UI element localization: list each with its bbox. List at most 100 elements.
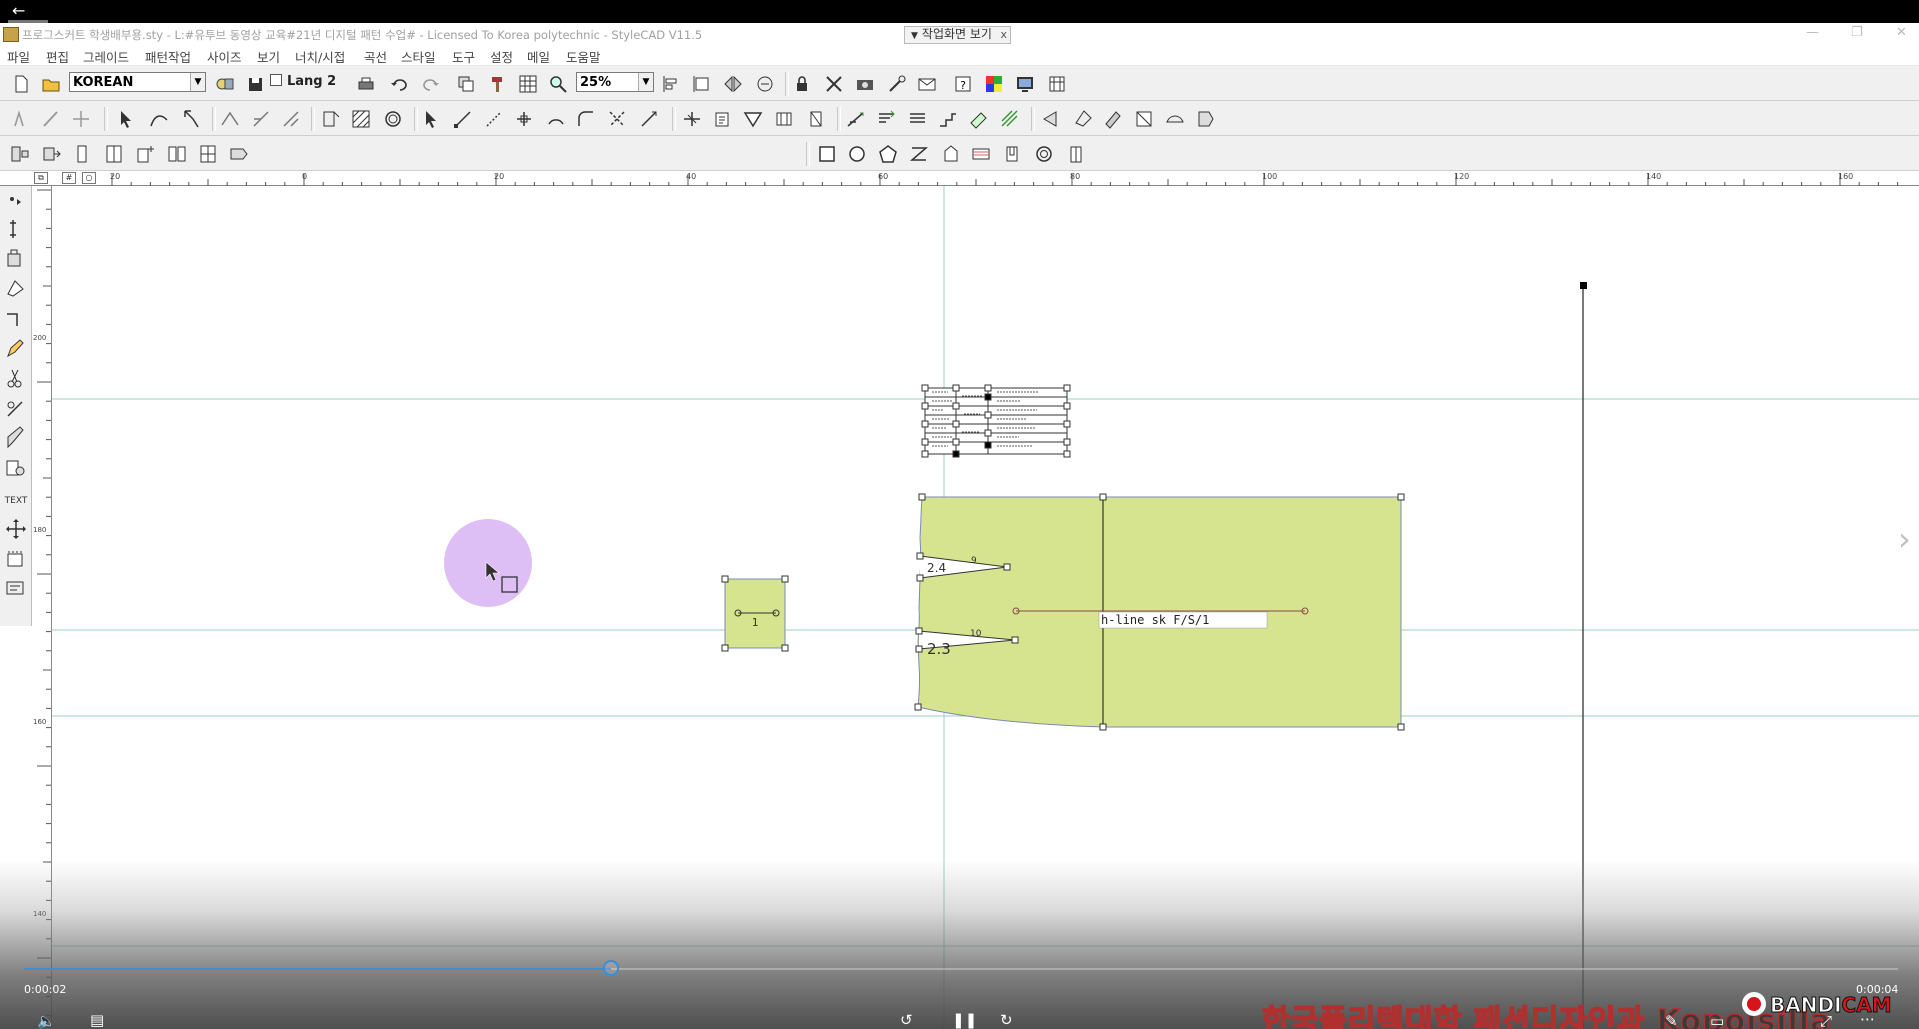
cut-line-icon[interactable] <box>3 396 29 422</box>
corner-tool-icon[interactable] <box>3 306 29 332</box>
menu-tools[interactable]: 도구 <box>452 47 475 66</box>
point-insert-icon[interactable] <box>3 186 29 212</box>
seam-shift-icon[interactable] <box>968 108 990 130</box>
pen-tool-icon[interactable] <box>10 108 32 130</box>
chevron-down-icon[interactable]: ▼ <box>190 73 205 91</box>
zoom-icon[interactable] <box>547 73 569 95</box>
seam-allowance-icon[interactable] <box>845 108 867 130</box>
redo-icon[interactable] <box>420 73 442 95</box>
grade-1-icon[interactable] <box>1040 108 1062 130</box>
restore-icon[interactable]: ❐ <box>1851 25 1863 40</box>
fullscreen-icon[interactable]: ⤢ <box>1820 1012 1832 1029</box>
notch-icon[interactable] <box>681 108 703 130</box>
transfer-icon[interactable] <box>3 456 29 482</box>
seam-step-icon[interactable] <box>937 108 959 130</box>
edit-point-icon[interactable] <box>421 108 443 130</box>
arrow-split-icon[interactable] <box>180 108 202 130</box>
piece-label-icon[interactable] <box>228 143 250 165</box>
grade-6-icon[interactable] <box>1195 108 1217 130</box>
marker-tool-icon[interactable] <box>3 546 29 572</box>
arc-icon[interactable] <box>545 108 567 130</box>
menu-notch-seam[interactable]: 너치/시접 <box>295 47 345 66</box>
align-left-icon[interactable] <box>660 73 682 95</box>
pencil-tool-icon[interactable] <box>3 336 29 362</box>
hammer-icon[interactable] <box>486 73 508 95</box>
polygon-icon[interactable] <box>877 143 899 165</box>
diagonal-line-icon[interactable] <box>280 108 302 130</box>
piece-split-icon[interactable] <box>103 143 125 165</box>
spiral-icon[interactable] <box>1033 143 1055 165</box>
settings-grid-icon[interactable] <box>1046 73 1068 95</box>
piece-join-icon[interactable] <box>166 143 188 165</box>
scissors-x-icon[interactable] <box>606 108 628 130</box>
help-icon[interactable]: ? <box>952 73 974 95</box>
pattern-cut-icon[interactable] <box>320 108 342 130</box>
slant-icon[interactable] <box>638 108 660 130</box>
collar-icon[interactable] <box>970 143 992 165</box>
back-arrow-icon[interactable]: ← <box>12 2 25 20</box>
workspace-view-toggle[interactable]: ▼ 작업화면 보기 x <box>904 26 1011 44</box>
menu-settings[interactable]: 설정 <box>490 47 513 66</box>
menu-grade[interactable]: 그레이드 <box>83 47 129 66</box>
open-folder-icon[interactable] <box>40 73 62 95</box>
edit-icon[interactable]: ✎ <box>1665 1012 1678 1029</box>
piece-move-icon[interactable] <box>9 143 31 165</box>
circle-toggle-icon[interactable]: ○ <box>82 172 96 184</box>
dotted-line-icon[interactable] <box>483 108 505 130</box>
move-tool-icon[interactable] <box>3 516 29 542</box>
tools-icon[interactable] <box>823 73 845 95</box>
piece-align-icon[interactable] <box>197 143 219 165</box>
piece-export-icon[interactable] <box>41 143 63 165</box>
menu-size[interactable]: 사이즈 <box>207 47 242 66</box>
camera-icon[interactable] <box>854 73 876 95</box>
seam-end-icon[interactable] <box>907 108 929 130</box>
select-arrow-icon[interactable] <box>116 108 138 130</box>
bezier-icon[interactable] <box>452 108 474 130</box>
curve-select-icon[interactable] <box>148 108 170 130</box>
video-progress-knob[interactable] <box>602 960 619 976</box>
menu-view[interactable]: 보기 <box>257 47 280 66</box>
mail-icon[interactable] <box>916 73 938 95</box>
pattern-piece-small[interactable]: 1 <box>721 575 789 652</box>
pattern-header-block[interactable] <box>921 384 1071 458</box>
hatch-icon[interactable] <box>350 108 372 130</box>
undo-icon[interactable] <box>388 73 410 95</box>
piece-duplicate-icon[interactable] <box>72 143 94 165</box>
menu-pattern[interactable]: 패턴작업 <box>145 47 191 66</box>
piece-add-icon[interactable] <box>134 143 156 165</box>
pocket-icon[interactable] <box>1001 143 1023 165</box>
window-close-icon[interactable]: ✕ <box>1896 25 1907 40</box>
angle-line-icon[interactable] <box>219 108 241 130</box>
grade-4-icon[interactable] <box>1133 108 1155 130</box>
dart-icon[interactable] <box>742 108 764 130</box>
slash-line-icon[interactable] <box>250 108 272 130</box>
grid-icon[interactable] <box>517 73 539 95</box>
grade-3-icon[interactable] <box>1102 108 1124 130</box>
close-icon[interactable]: x <box>1000 27 1007 42</box>
zigzag-icon[interactable] <box>908 143 930 165</box>
more-options-icon[interactable]: ⋯ <box>1860 1010 1875 1028</box>
vertical-line-icon[interactable] <box>3 216 29 242</box>
minimize-icon[interactable]: — <box>1806 25 1819 40</box>
snap-toggle-icon[interactable]: ⧉ <box>34 172 48 184</box>
menu-help[interactable]: 도움말 <box>566 47 601 66</box>
grade-5-icon[interactable] <box>1164 108 1186 130</box>
plot-tool-icon[interactable] <box>3 576 29 602</box>
menu-edit[interactable]: 편집 <box>46 47 69 66</box>
forward-icon[interactable]: ↻ <box>1000 1011 1013 1029</box>
menu-file[interactable]: 파일 <box>7 47 30 66</box>
captions-icon[interactable]: ▤ <box>90 1011 104 1029</box>
save-icon[interactable] <box>244 73 266 95</box>
rotate-piece-icon[interactable] <box>3 276 29 302</box>
language-combo[interactable]: KOREAN ▼ <box>69 72 206 92</box>
volume-icon[interactable]: 🔈 <box>37 1012 56 1029</box>
circle-tool-icon[interactable] <box>382 108 404 130</box>
menu-curve[interactable]: 곡선 <box>364 47 387 66</box>
piece-info-icon[interactable] <box>712 108 734 130</box>
lock-icon[interactable] <box>791 73 813 95</box>
circle-shape-icon[interactable] <box>846 143 868 165</box>
sleeve-icon[interactable] <box>940 143 962 165</box>
chevron-down-icon[interactable]: ▼ <box>638 73 653 91</box>
video-progress-track[interactable] <box>24 960 1898 976</box>
grade-2-icon[interactable] <box>1072 108 1094 130</box>
